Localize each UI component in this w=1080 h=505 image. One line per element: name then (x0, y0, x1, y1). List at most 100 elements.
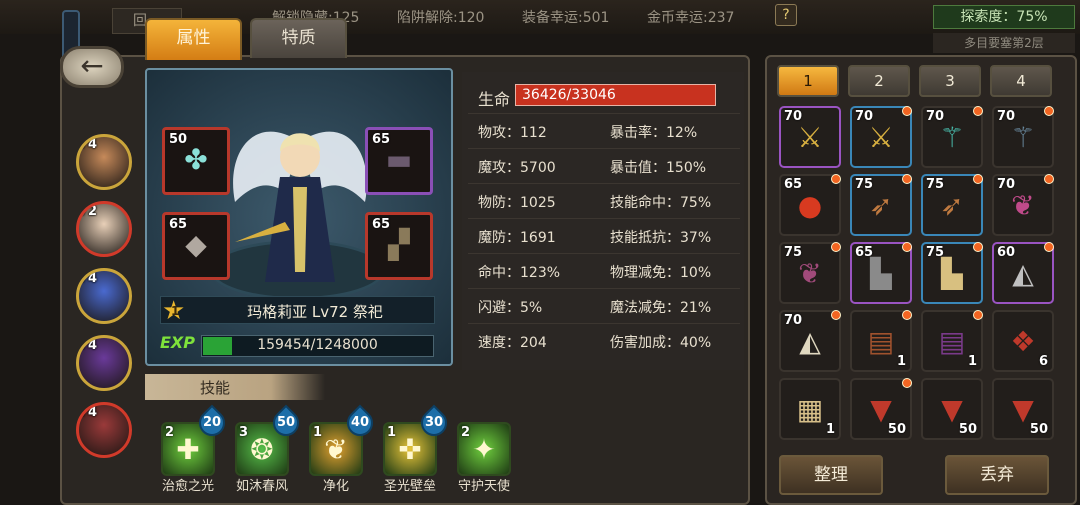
hero-figure[interactable] (225, 112, 375, 297)
inventory-item[interactable]: ❖ 6 (992, 310, 1054, 372)
skill-level: 2 (165, 425, 175, 440)
item-level: 70 (855, 109, 874, 124)
stat-right: 暴击值：150% (610, 160, 707, 176)
roster-hero-3[interactable]: 74 (76, 268, 132, 324)
inventory-item[interactable]: ▤ 1 (850, 310, 912, 372)
item-level: 75 (926, 177, 945, 192)
stat-left: 速度：204 (478, 335, 547, 351)
inventory-tab-4[interactable]: 4 (990, 65, 1052, 97)
inventory-item[interactable]: ▦ 1 (779, 378, 841, 440)
new-item-dot (831, 242, 841, 252)
skill-level: 1 (313, 425, 323, 440)
stat-divider (468, 323, 740, 324)
new-item-dot (1044, 242, 1054, 252)
skill-level: 3 (239, 425, 249, 440)
equipment-slot-3[interactable]: 65 ◆ (162, 212, 230, 280)
inventory-tab-1[interactable]: 1 (777, 65, 839, 97)
stat-right: 伤害加成：40% (610, 335, 712, 351)
item-icon: ⚔ (797, 121, 823, 154)
back-button[interactable]: ← (60, 46, 124, 88)
new-item-dot (831, 310, 841, 320)
stat-divider (468, 148, 740, 149)
stat-divider (468, 183, 740, 184)
inventory-item[interactable]: ▤ 1 (921, 310, 983, 372)
inventory-item[interactable]: ◭ 60 (992, 242, 1054, 304)
tab-traits[interactable]: 特质 (250, 18, 347, 58)
stat-left: 物攻：112 (478, 125, 547, 141)
roster-hero-level: 74 (79, 405, 98, 420)
item-count: 50 (887, 422, 906, 437)
roster-hero-4[interactable]: 74 (76, 335, 132, 391)
new-item-dot (1044, 174, 1054, 184)
inventory-item[interactable]: ⚚ 70 (921, 106, 983, 168)
stat-divider (468, 288, 740, 289)
inventory-item[interactable]: ⚔ 70 (779, 106, 841, 168)
inventory-item[interactable]: ● 65 (779, 174, 841, 236)
inventory-item[interactable]: ◭ 70 (779, 310, 841, 372)
equipment-slot-2[interactable]: 65 ▬ (365, 127, 433, 195)
item-level: 60 (997, 245, 1016, 260)
inventory-item[interactable]: ▼ 50 (850, 378, 912, 440)
inventory-item[interactable]: ❦ 75 (779, 242, 841, 304)
inventory-item[interactable]: ▙ 65 (850, 242, 912, 304)
equipment-icon: ▞ (388, 228, 410, 261)
item-count: 1 (825, 422, 835, 437)
stats-panel (462, 72, 744, 370)
stat-left: 物防：1025 (478, 195, 556, 211)
stat-gold-luck: 金币幸运:237 (647, 10, 735, 26)
roster-hero-level: 72 (79, 204, 98, 219)
stat-right: 技能抵抗：37% (610, 230, 712, 246)
stat-divider (468, 253, 740, 254)
stat-equip-luck: 装备幸运:501 (522, 10, 610, 26)
inventory-item[interactable]: ▼ 50 (992, 378, 1054, 440)
roster-hero-5[interactable]: 74 (76, 402, 132, 458)
inventory-item[interactable]: ▙ 75 (921, 242, 983, 304)
inventory-item[interactable]: ➶ 75 (921, 174, 983, 236)
equipment-slot-1[interactable]: 50 ✤ (162, 127, 230, 195)
stat-left: 魔攻：5700 (478, 160, 556, 176)
skills-title: 技能 (200, 379, 231, 397)
tab-attributes[interactable]: 属性 (145, 18, 242, 60)
skill-5[interactable]: ✦ 2 (457, 422, 511, 476)
stat-left: 魔防：1691 (478, 230, 556, 246)
skill-name: 如沐春风 (235, 479, 288, 494)
roster-hero-2[interactable]: 72 (76, 201, 132, 257)
new-item-dot (1044, 106, 1054, 116)
roster-hero-1[interactable]: 74 (76, 134, 132, 190)
item-icon: ◭ (799, 325, 821, 358)
item-icon: ⚚ (939, 121, 965, 154)
skills-header: 技能 (145, 374, 325, 400)
hp-value: 36426/33046 (522, 87, 616, 103)
inventory-item[interactable]: ❦ 70 (992, 174, 1054, 236)
new-item-dot (902, 378, 912, 388)
inventory-item[interactable]: ▼ 50 (921, 378, 983, 440)
item-icon: ➶ (940, 189, 964, 222)
item-icon: ● (797, 189, 823, 222)
inventory-tab-3[interactable]: 3 (919, 65, 981, 97)
exp-label: EXP (160, 333, 195, 352)
inventory-tab-2[interactable]: 2 (848, 65, 910, 97)
item-icon: ⚚ (1010, 121, 1036, 154)
item-level: 65 (855, 245, 874, 260)
inventory-item[interactable]: ⚔ 70 (850, 106, 912, 168)
discard-button[interactable]: 丢弃 (945, 455, 1049, 495)
skill-name: 圣光壁垒 (383, 479, 436, 494)
new-item-dot (902, 174, 912, 184)
sort-button[interactable]: 整理 (779, 455, 883, 495)
inventory-item[interactable]: ➶ 75 (850, 174, 912, 236)
equipment-icon: ✤ (184, 143, 208, 176)
equipment-icon: ◆ (185, 228, 207, 261)
item-icon: ➶ (869, 189, 893, 222)
exp-value: 159454/1248000 (257, 337, 378, 353)
help-button[interactable]: ? (775, 4, 797, 26)
new-item-dot (902, 310, 912, 320)
inventory-item[interactable]: ⚚ 70 (992, 106, 1054, 168)
explore-progress: 探索度：75% (933, 5, 1075, 29)
item-level: 75 (926, 245, 945, 260)
equipment-slot-4[interactable]: 65 ▞ (365, 212, 433, 280)
new-item-dot (973, 106, 983, 116)
new-item-dot (902, 106, 912, 116)
item-level: 75 (784, 245, 803, 260)
item-count: 1 (967, 354, 977, 369)
item-level: 70 (784, 313, 803, 328)
